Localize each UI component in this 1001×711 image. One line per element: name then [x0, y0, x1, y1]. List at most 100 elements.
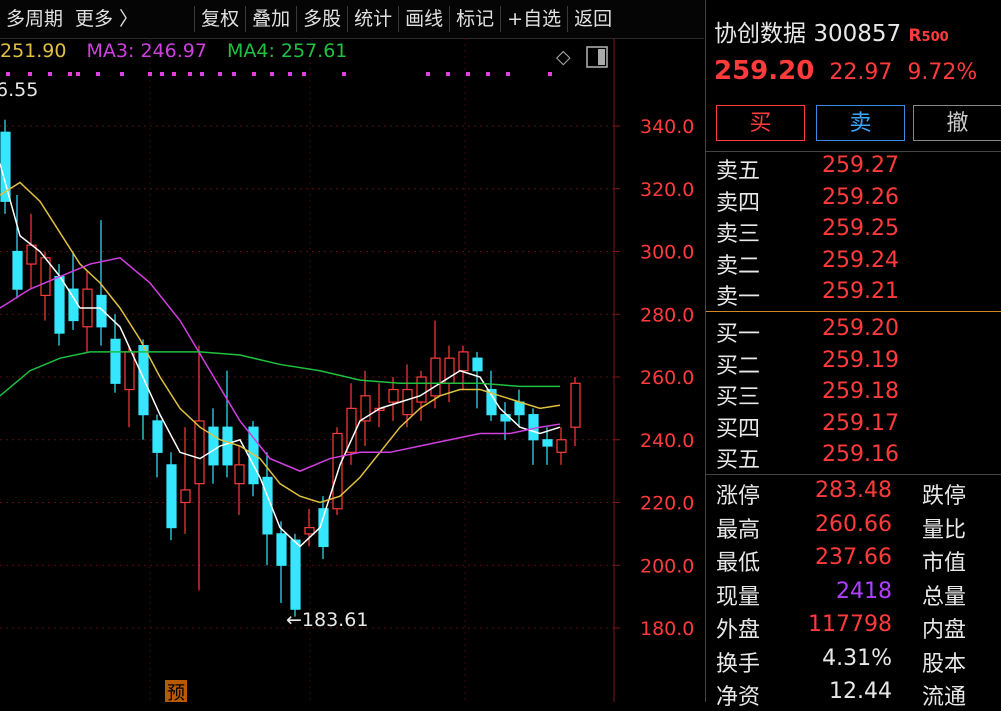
- ma-legend: 251.90 MA3: 246.97 MA4: 257.61: [0, 40, 361, 62]
- price-tick-label: 220.0: [640, 493, 694, 515]
- mark-button[interactable]: 标记: [450, 0, 500, 38]
- stat-label: 最低: [716, 551, 761, 576]
- bid-label: 买一: [716, 322, 761, 347]
- overlay-button[interactable]: 叠加: [246, 0, 296, 38]
- candle-body[interactable]: [124, 351, 135, 391]
- candle-body[interactable]: [570, 382, 581, 428]
- add-watchlist-button[interactable]: +自选: [501, 0, 567, 38]
- candle-body[interactable]: [472, 357, 483, 372]
- ask-price[interactable]: 259.21: [822, 279, 899, 304]
- stat-label: 最高: [716, 517, 761, 543]
- chart-toolbar: 多周期 更多 〉 复权 叠加 多股 统计 画线 标记 +自选 返回: [0, 0, 704, 39]
- kline-chart[interactable]: 340.0 320.0 300.0 280.0 260.0 240.0 220.0 200.0…: [0, 38, 704, 702]
- candle-body[interactable]: [54, 276, 65, 334]
- ma2-line: [0, 181, 561, 504]
- signal-dot: [506, 72, 510, 76]
- signal-dot: [342, 72, 346, 76]
- signal-dot: [466, 72, 470, 76]
- cancel-button[interactable]: 撤: [913, 105, 1001, 141]
- stat-label-2: 流通: [922, 685, 967, 710]
- candle-body[interactable]: [430, 357, 441, 397]
- ask-label: 卖二: [716, 253, 761, 279]
- ask-price[interactable]: 259.26: [822, 185, 899, 210]
- period-button[interactable]: 多周期: [0, 0, 69, 38]
- candle-body[interactable]: [152, 420, 163, 453]
- price-tick-label: 340.0: [640, 116, 694, 138]
- signal-dot: [76, 72, 80, 76]
- candle-body[interactable]: [542, 439, 553, 447]
- low-price-annotation: ←183.61: [286, 609, 368, 631]
- signal-dot: [486, 72, 490, 76]
- price-axis: 340.0 320.0 300.0 280.0 260.0 240.0 220.0 200.0…: [614, 116, 694, 640]
- price-tick-label: 240.0: [640, 430, 694, 452]
- ma-lines: [0, 163, 561, 548]
- ask-price[interactable]: 259.25: [822, 216, 899, 241]
- ask-price[interactable]: 259.24: [822, 248, 899, 273]
- candle-body[interactable]: [222, 426, 233, 466]
- candle-body[interactable]: [166, 464, 177, 529]
- signal-dot: [120, 72, 124, 76]
- candle-body[interactable]: [556, 439, 567, 453]
- ask-price[interactable]: 259.27: [822, 153, 899, 178]
- spread-divider: [706, 311, 1001, 312]
- candle-body[interactable]: [180, 489, 191, 504]
- ask-label: 卖一: [716, 285, 761, 310]
- candle-body[interactable]: [514, 401, 525, 416]
- bid-price[interactable]: 259.16: [822, 442, 899, 467]
- more-button[interactable]: 更多 〉: [69, 0, 144, 38]
- bid-price[interactable]: 259.17: [822, 411, 899, 436]
- signal-dot: [426, 72, 430, 76]
- candle-body[interactable]: [290, 539, 301, 610]
- signal-dot: [232, 72, 236, 76]
- multi-stock-button[interactable]: 多股: [297, 0, 347, 38]
- price-line: 259.20 22.97 9.72%: [714, 56, 977, 86]
- stat-value: 260.66: [815, 511, 892, 537]
- bid-price[interactable]: 259.20: [822, 316, 899, 341]
- candle-body[interactable]: [96, 294, 107, 328]
- candle-body[interactable]: [234, 464, 245, 485]
- price-change-pct: 9.72%: [907, 60, 978, 85]
- signal-dot: [160, 72, 164, 76]
- stat-label-2: 内盘: [922, 618, 967, 643]
- forecast-marker[interactable]: 预: [167, 683, 185, 702]
- stock-title: 协创数据 300857 R500: [714, 14, 949, 48]
- bid-price[interactable]: 259.18: [822, 379, 899, 404]
- bid-price[interactable]: 259.19: [822, 348, 899, 373]
- fuquan-button[interactable]: 复权: [195, 0, 245, 38]
- stat-value: 117798: [808, 612, 892, 637]
- diamond-icon[interactable]: ◇: [556, 46, 571, 68]
- back-button[interactable]: 返回: [568, 0, 618, 38]
- signal-dot: [218, 72, 222, 76]
- ma3-value: MA3: 246.97: [86, 40, 207, 62]
- price-tick-label: 300.0: [640, 242, 694, 264]
- draw-line-button[interactable]: 画线: [399, 0, 449, 38]
- signal-dot: [446, 72, 450, 76]
- ask-label: 卖四: [716, 190, 761, 216]
- price-tick-label: 280.0: [640, 304, 694, 326]
- signal-dot: [270, 72, 274, 76]
- candle-body[interactable]: [12, 250, 23, 290]
- r-badge-sub: 500: [921, 30, 949, 45]
- ask-label: 卖三: [716, 222, 761, 247]
- candle-body[interactable]: [388, 388, 399, 403]
- candle-body[interactable]: [416, 376, 427, 403]
- signal-dot: [96, 72, 100, 76]
- signal-dots: [6, 72, 552, 76]
- candle-body[interactable]: [458, 351, 469, 372]
- candle-body[interactable]: [276, 533, 287, 566]
- panel-toggle-icon-fill: [598, 49, 605, 65]
- signal-dot: [172, 72, 176, 76]
- r-badge: R500: [908, 26, 948, 46]
- sell-button[interactable]: 卖: [816, 105, 905, 141]
- buy-button[interactable]: 买: [716, 105, 805, 141]
- stat-label-2: 股本: [922, 651, 967, 677]
- candle-body[interactable]: [402, 388, 413, 416]
- candle-body[interactable]: [304, 527, 315, 535]
- stat-label: 外盘: [716, 618, 761, 643]
- candle-body[interactable]: [194, 420, 205, 485]
- candle-body[interactable]: [248, 426, 259, 485]
- candle-body[interactable]: [110, 338, 121, 384]
- statistics-button[interactable]: 统计: [348, 0, 398, 38]
- stat-value: 237.66: [815, 545, 892, 570]
- signal-dot: [148, 72, 152, 76]
